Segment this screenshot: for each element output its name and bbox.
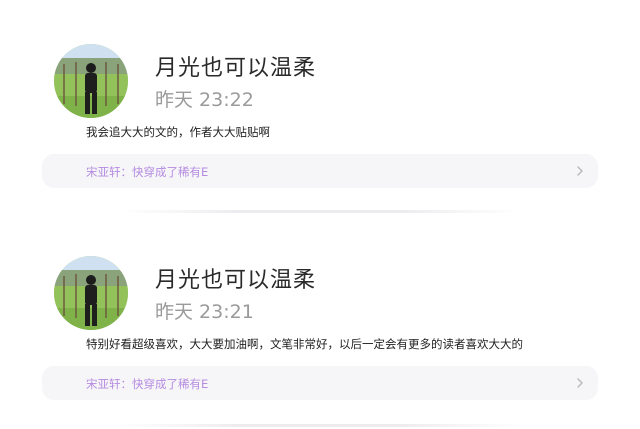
- comment-text: 我会追大大的文的，作者大大贴贴啊: [86, 125, 270, 139]
- avatar-photo: [54, 256, 128, 330]
- comment-time: 昨天 23:22: [155, 89, 254, 111]
- book-link-label: 宋亚轩：快穿成了稀有E: [86, 377, 209, 391]
- avatar-photo: [54, 44, 128, 118]
- chevron-right-icon: [577, 166, 583, 176]
- avatar[interactable]: [54, 44, 128, 118]
- comment-list: 月光也可以温柔 昨天 23:22 我会追大大的文的，作者大大贴贴啊 宋亚轩：快穿…: [0, 0, 640, 429]
- book-link[interactable]: 宋亚轩：快穿成了稀有E: [42, 366, 598, 400]
- comment-card: 月光也可以温柔 昨天 23:22 我会追大大的文的，作者大大贴贴啊 宋亚轩：快穿…: [0, 0, 640, 213]
- avatar[interactable]: [54, 256, 128, 330]
- comment-card: 月光也可以温柔 昨天 23:21 特别好看超级喜欢，大大要加油啊，文笔非常好，以…: [0, 212, 640, 427]
- divider: [120, 424, 520, 427]
- user-name[interactable]: 月光也可以温柔: [155, 50, 316, 82]
- comment-time: 昨天 23:21: [155, 301, 254, 323]
- book-link[interactable]: 宋亚轩：快穿成了稀有E: [42, 154, 598, 188]
- chevron-right-icon: [577, 378, 583, 388]
- user-name[interactable]: 月光也可以温柔: [155, 262, 316, 294]
- book-link-label: 宋亚轩：快穿成了稀有E: [86, 165, 209, 179]
- comment-text: 特别好看超级喜欢，大大要加油啊，文笔非常好，以后一定会有更多的读者喜欢大大的: [86, 337, 523, 351]
